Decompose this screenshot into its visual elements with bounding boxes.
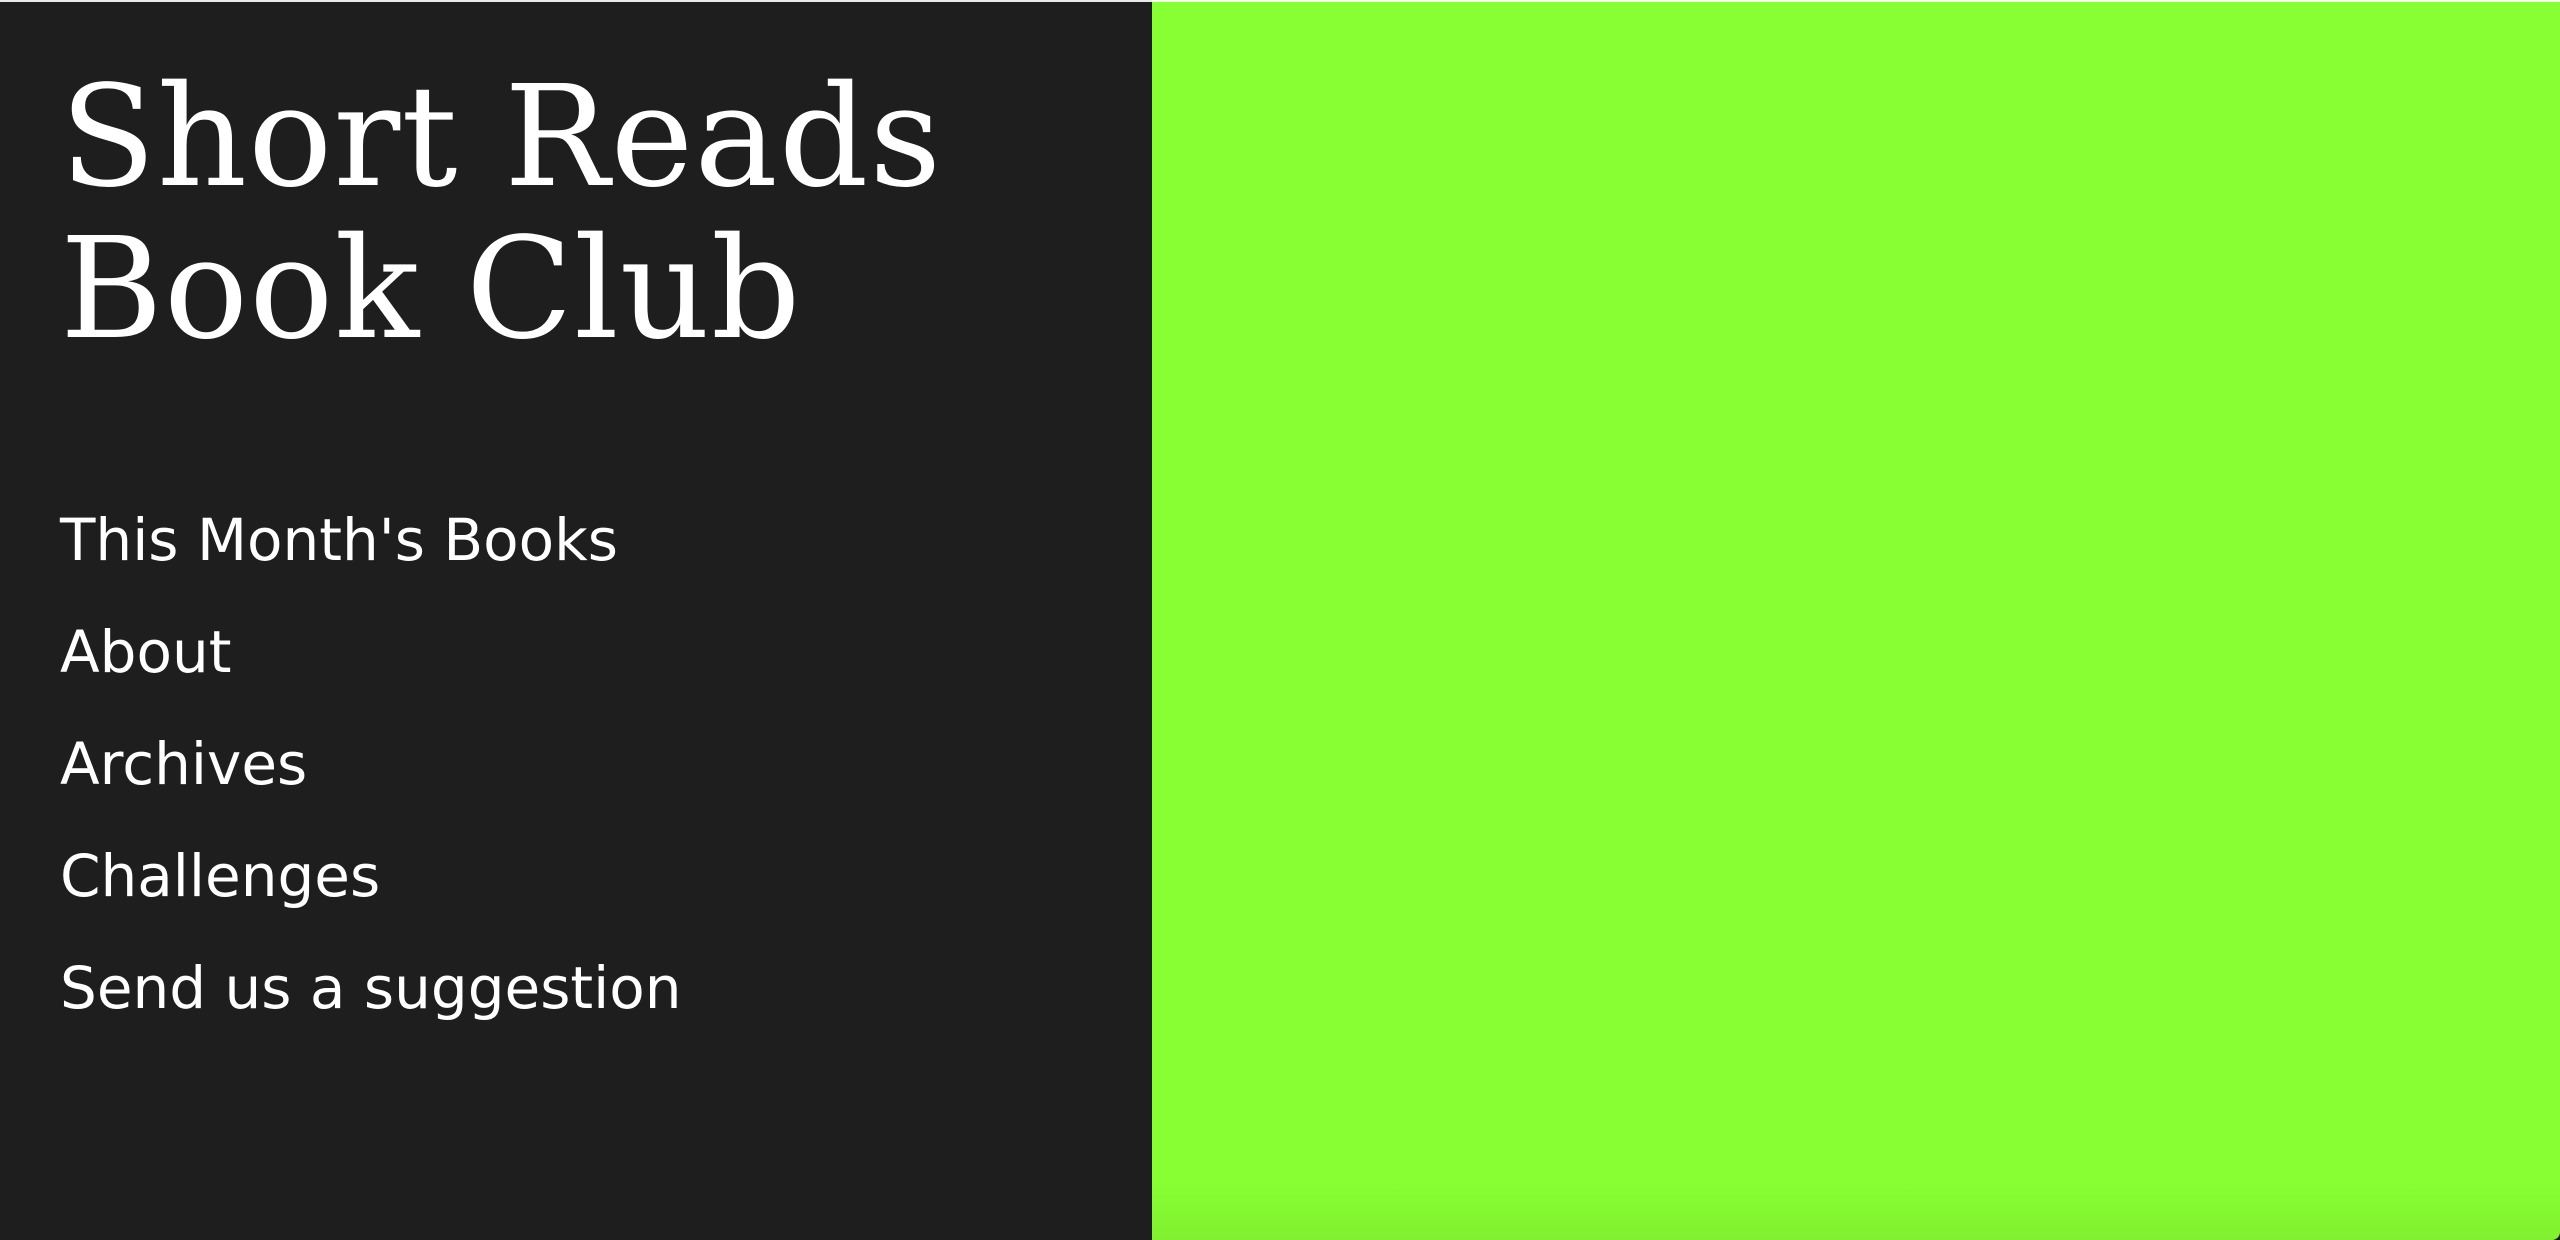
sidebar: Short Reads Book Club This Month's Books… <box>0 0 1152 1240</box>
hero-panel <box>1152 0 2560 1240</box>
nav-item-archives: Archives <box>60 712 682 824</box>
hero-bottom-shade <box>1152 1180 2560 1240</box>
nav-link-this-months-books[interactable]: This Month's Books <box>60 488 618 592</box>
nav-item-challenges: Challenges <box>60 824 682 936</box>
top-border-line <box>0 0 2560 2</box>
site-title: Short Reads Book Club <box>60 62 1120 366</box>
nav-item-about: About <box>60 600 682 712</box>
nav-link-challenges[interactable]: Challenges <box>60 824 380 928</box>
site-title-line-1: Short Reads <box>60 56 943 219</box>
main-nav: This Month's Books About Archives Challe… <box>60 488 682 1048</box>
site-title-line-2: Book Club <box>60 208 802 371</box>
nav-item-this-months-books: This Month's Books <box>60 488 682 600</box>
nav-link-archives[interactable]: Archives <box>60 712 307 816</box>
nav-link-send-suggestion[interactable]: Send us a suggestion <box>60 936 682 1040</box>
nav-item-send-suggestion: Send us a suggestion <box>60 936 682 1048</box>
nav-link-about[interactable]: About <box>60 600 231 704</box>
page: Short Reads Book Club This Month's Books… <box>0 0 2560 1240</box>
